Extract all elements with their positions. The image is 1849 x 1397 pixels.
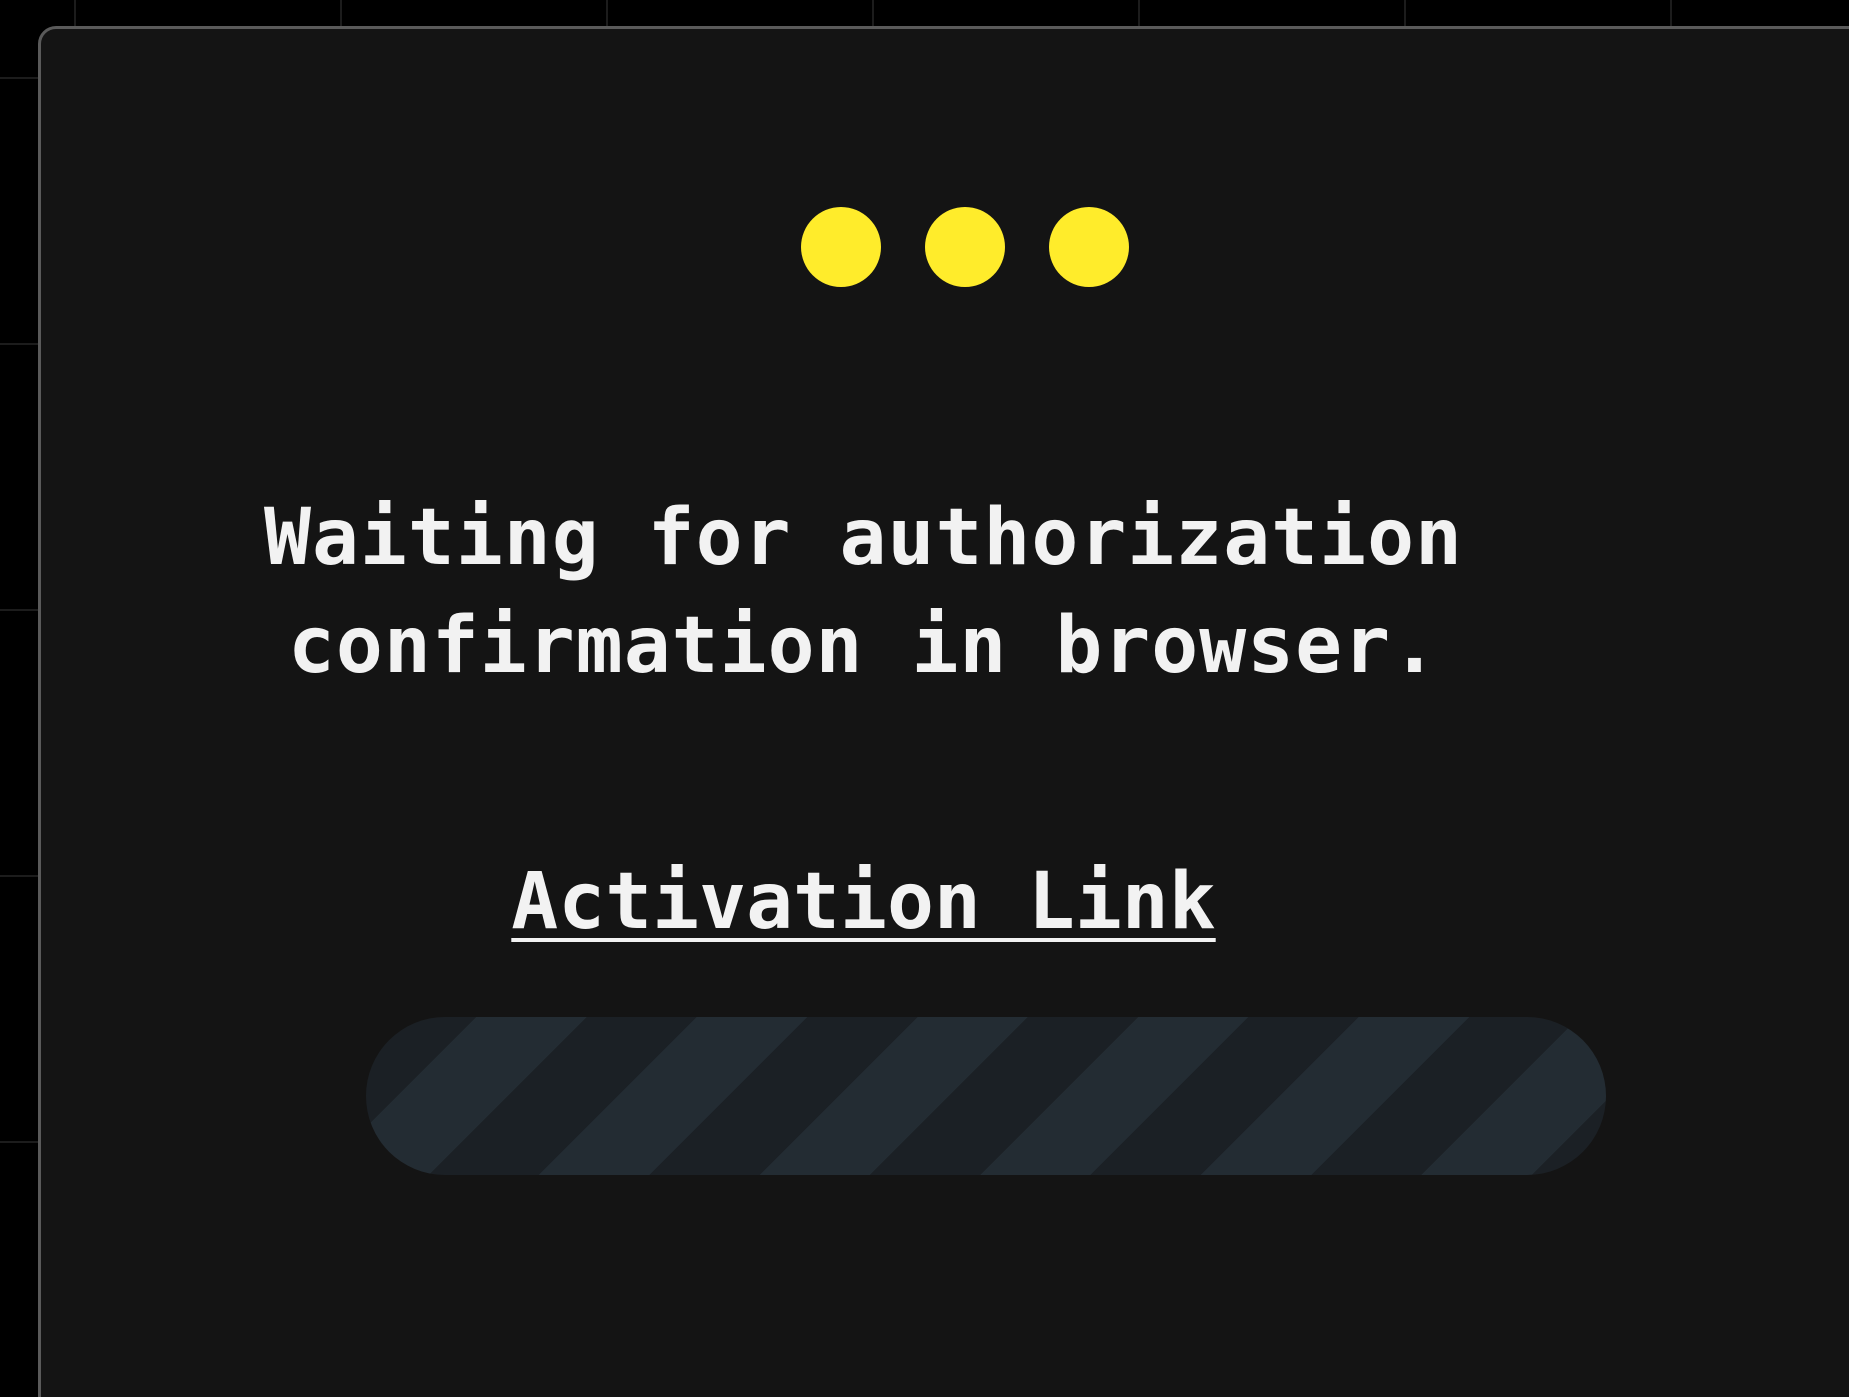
activation-link-container: Activation Link	[241, 852, 1486, 952]
status-message: Waiting for authorization confirmation i…	[264, 493, 1463, 691]
loading-dot	[925, 207, 1005, 287]
loading-dots-icon	[801, 207, 1129, 287]
authorization-dialog: Waiting for authorization confirmation i…	[38, 26, 1849, 1397]
activation-link[interactable]: Activation Link	[511, 857, 1215, 947]
indeterminate-progress-bar	[366, 1017, 1606, 1175]
loading-dot	[801, 207, 881, 287]
loading-dot	[1049, 207, 1129, 287]
